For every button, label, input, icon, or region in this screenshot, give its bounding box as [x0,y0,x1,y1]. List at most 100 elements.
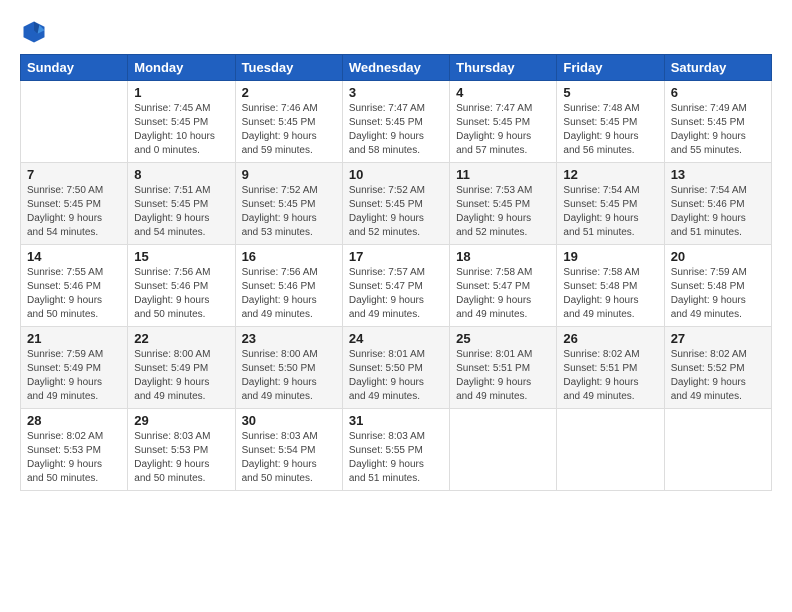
day-number: 5 [563,85,657,100]
calendar-cell: 24 Sunrise: 8:01 AM Sunset: 5:50 PM Dayli… [342,327,449,409]
header [20,18,772,46]
calendar-cell: 9 Sunrise: 7:52 AM Sunset: 5:45 PM Daylig… [235,163,342,245]
day-info: Sunrise: 8:00 AM Sunset: 5:50 PM Dayligh… [242,348,336,404]
day-info: Sunrise: 8:02 AM Sunset: 5:51 PM Dayligh… [563,348,657,404]
calendar-cell: 30 Sunrise: 8:03 AM Sunset: 5:54 PM Dayli… [235,409,342,491]
day-info: Sunrise: 7:50 AM Sunset: 5:45 PM Dayligh… [27,184,121,240]
day-info: Sunrise: 7:58 AM Sunset: 5:48 PM Dayligh… [563,266,657,322]
day-info: Sunrise: 8:02 AM Sunset: 5:53 PM Dayligh… [27,430,121,486]
day-number: 28 [27,413,121,428]
calendar-cell: 7 Sunrise: 7:50 AM Sunset: 5:45 PM Daylig… [21,163,128,245]
calendar-week-row: 14 Sunrise: 7:55 AM Sunset: 5:46 PM Dayli… [21,245,772,327]
day-info: Sunrise: 8:02 AM Sunset: 5:52 PM Dayligh… [671,348,765,404]
day-info: Sunrise: 8:03 AM Sunset: 5:55 PM Dayligh… [349,430,443,486]
calendar-cell [21,81,128,163]
day-info: Sunrise: 7:45 AM Sunset: 5:45 PM Dayligh… [134,102,228,158]
day-info: Sunrise: 7:47 AM Sunset: 5:45 PM Dayligh… [349,102,443,158]
day-number: 18 [456,249,550,264]
calendar-cell: 26Sunrise: 8:02 AM Sunset: 5:51 PM Dayli… [557,327,664,409]
calendar-cell: 8 Sunrise: 7:51 AM Sunset: 5:45 PM Daylig… [128,163,235,245]
day-number: 21 [27,331,121,346]
day-info: Sunrise: 7:56 AM Sunset: 5:46 PM Dayligh… [134,266,228,322]
day-info: Sunrise: 7:51 AM Sunset: 5:45 PM Dayligh… [134,184,228,240]
day-number: 2 [242,85,336,100]
day-info: Sunrise: 7:49 AM Sunset: 5:45 PM Dayligh… [671,102,765,158]
day-number: 23 [242,331,336,346]
day-number: 4 [456,85,550,100]
day-info: Sunrise: 7:55 AM Sunset: 5:46 PM Dayligh… [27,266,121,322]
day-number: 11 [456,167,550,182]
day-number: 9 [242,167,336,182]
day-info: Sunrise: 7:54 AM Sunset: 5:45 PM Dayligh… [563,184,657,240]
day-number: 6 [671,85,765,100]
calendar-cell: 5 Sunrise: 7:48 AM Sunset: 5:45 PM Daylig… [557,81,664,163]
calendar-week-row: 1 Sunrise: 7:45 AM Sunset: 5:45 PM Daylig… [21,81,772,163]
calendar-cell: 28 Sunrise: 8:02 AM Sunset: 5:53 PM Dayli… [21,409,128,491]
day-number: 10 [349,167,443,182]
weekday-header: Saturday [664,55,771,81]
day-number: 8 [134,167,228,182]
day-info: Sunrise: 8:00 AM Sunset: 5:49 PM Dayligh… [134,348,228,404]
day-number: 7 [27,167,121,182]
calendar-cell: 14 Sunrise: 7:55 AM Sunset: 5:46 PM Dayli… [21,245,128,327]
calendar-cell: 29Sunrise: 8:03 AM Sunset: 5:53 PM Dayli… [128,409,235,491]
day-number: 1 [134,85,228,100]
day-number: 20 [671,249,765,264]
calendar-cell: 27 Sunrise: 8:02 AM Sunset: 5:52 PM Dayli… [664,327,771,409]
calendar-header-row: SundayMondayTuesdayWednesdayThursdayFrid… [21,55,772,81]
calendar-cell [450,409,557,491]
calendar-week-row: 28 Sunrise: 8:02 AM Sunset: 5:53 PM Dayli… [21,409,772,491]
day-info: Sunrise: 7:48 AM Sunset: 5:45 PM Dayligh… [563,102,657,158]
day-info: Sunrise: 7:57 AM Sunset: 5:47 PM Dayligh… [349,266,443,322]
day-info: Sunrise: 7:52 AM Sunset: 5:45 PM Dayligh… [349,184,443,240]
calendar-cell [557,409,664,491]
calendar-cell: 1 Sunrise: 7:45 AM Sunset: 5:45 PM Daylig… [128,81,235,163]
calendar-cell: 11 Sunrise: 7:53 AM Sunset: 5:45 PM Dayli… [450,163,557,245]
weekday-header: Thursday [450,55,557,81]
day-number: 27 [671,331,765,346]
weekday-header: Sunday [21,55,128,81]
day-info: Sunrise: 7:52 AM Sunset: 5:45 PM Dayligh… [242,184,336,240]
day-info: Sunrise: 8:01 AM Sunset: 5:50 PM Dayligh… [349,348,443,404]
day-info: Sunrise: 7:54 AM Sunset: 5:46 PM Dayligh… [671,184,765,240]
calendar-cell: 31 Sunrise: 8:03 AM Sunset: 5:55 PM Dayli… [342,409,449,491]
calendar-cell: 13 Sunrise: 7:54 AM Sunset: 5:46 PM Dayli… [664,163,771,245]
calendar-week-row: 7 Sunrise: 7:50 AM Sunset: 5:45 PM Daylig… [21,163,772,245]
day-info: Sunrise: 7:59 AM Sunset: 5:48 PM Dayligh… [671,266,765,322]
calendar-cell: 17 Sunrise: 7:57 AM Sunset: 5:47 PM Dayli… [342,245,449,327]
day-info: Sunrise: 7:53 AM Sunset: 5:45 PM Dayligh… [456,184,550,240]
calendar-cell: 21 Sunrise: 7:59 AM Sunset: 5:49 PM Dayli… [21,327,128,409]
day-info: Sunrise: 7:56 AM Sunset: 5:46 PM Dayligh… [242,266,336,322]
calendar-cell: 10 Sunrise: 7:52 AM Sunset: 5:45 PM Dayli… [342,163,449,245]
day-number: 31 [349,413,443,428]
day-number: 19 [563,249,657,264]
day-number: 12 [563,167,657,182]
day-number: 24 [349,331,443,346]
day-info: Sunrise: 7:58 AM Sunset: 5:47 PM Dayligh… [456,266,550,322]
day-info: Sunrise: 7:47 AM Sunset: 5:45 PM Dayligh… [456,102,550,158]
day-number: 16 [242,249,336,264]
calendar-cell: 2Sunrise: 7:46 AM Sunset: 5:45 PM Daylig… [235,81,342,163]
day-number: 14 [27,249,121,264]
day-number: 15 [134,249,228,264]
day-number: 17 [349,249,443,264]
logo-icon [20,18,48,46]
calendar-cell: 25Sunrise: 8:01 AM Sunset: 5:51 PM Dayli… [450,327,557,409]
day-number: 3 [349,85,443,100]
day-number: 30 [242,413,336,428]
calendar-cell: 4 Sunrise: 7:47 AM Sunset: 5:45 PM Daylig… [450,81,557,163]
day-number: 29 [134,413,228,428]
calendar-cell [664,409,771,491]
calendar-cell: 20 Sunrise: 7:59 AM Sunset: 5:48 PM Dayli… [664,245,771,327]
logo [20,18,52,46]
day-info: Sunrise: 8:03 AM Sunset: 5:54 PM Dayligh… [242,430,336,486]
weekday-header: Friday [557,55,664,81]
weekday-header: Monday [128,55,235,81]
calendar-cell: 22Sunrise: 8:00 AM Sunset: 5:49 PM Dayli… [128,327,235,409]
calendar-week-row: 21 Sunrise: 7:59 AM Sunset: 5:49 PM Dayli… [21,327,772,409]
day-info: Sunrise: 7:59 AM Sunset: 5:49 PM Dayligh… [27,348,121,404]
day-number: 13 [671,167,765,182]
calendar-cell: 12 Sunrise: 7:54 AM Sunset: 5:45 PM Dayli… [557,163,664,245]
weekday-header: Tuesday [235,55,342,81]
calendar-cell: 19 Sunrise: 7:58 AM Sunset: 5:48 PM Dayli… [557,245,664,327]
